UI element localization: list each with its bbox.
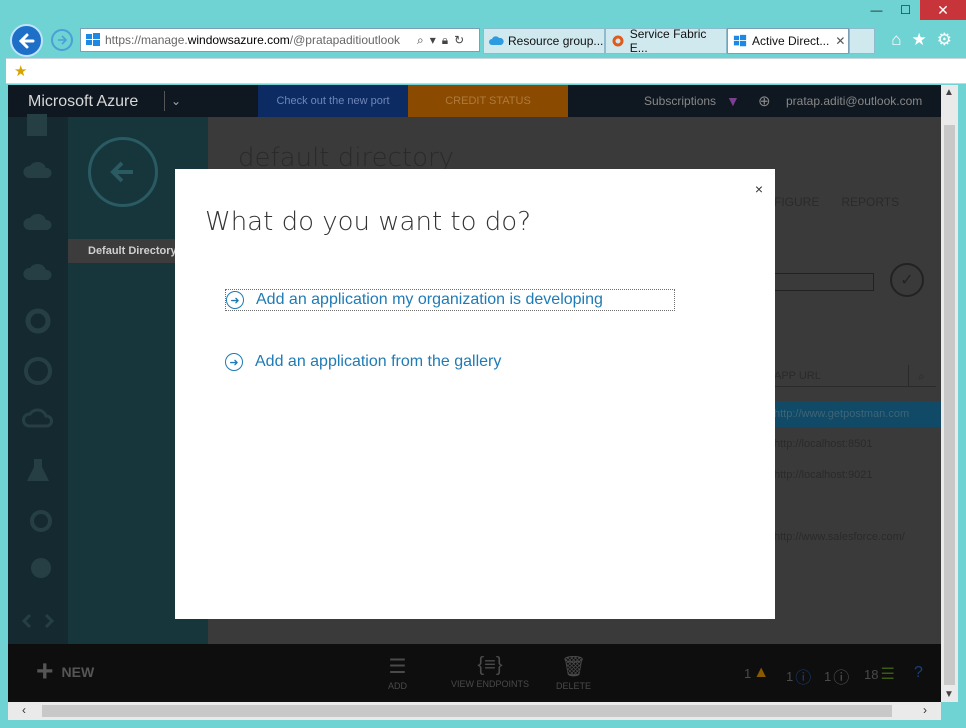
arrow-right-icon bbox=[58, 35, 68, 45]
scroll-left-icon[interactable]: ‹ bbox=[22, 703, 26, 717]
warnings-status[interactable]: 1 ▲ bbox=[744, 664, 769, 682]
tab-active-directory[interactable]: Active Direct... ✕ bbox=[727, 28, 849, 54]
stream-gear-icon[interactable] bbox=[20, 503, 56, 539]
arrow-circle-icon: ➜ bbox=[226, 291, 244, 309]
lock-icon[interactable]: 🔒︎ bbox=[442, 33, 448, 48]
warning-icon: ▲ bbox=[753, 664, 770, 681]
gear-lightning-icon[interactable] bbox=[20, 303, 56, 339]
clock-icon[interactable] bbox=[20, 353, 56, 389]
command-bar: + NEW ☰ ADD {≡} VIEW ENDPOINTS 🗑︎ DELETE… bbox=[8, 644, 941, 702]
credit-status-button[interactable]: CREDIT STATUS bbox=[408, 85, 568, 117]
window-controls: — ☐ ✕ bbox=[862, 0, 966, 22]
search-input[interactable] bbox=[774, 273, 874, 291]
code-dots-icon[interactable] bbox=[20, 603, 56, 639]
scroll-thumb[interactable] bbox=[42, 705, 892, 717]
cloud-sync-icon[interactable] bbox=[20, 403, 56, 439]
forward-button[interactable] bbox=[51, 29, 73, 51]
tab-resource-group[interactable]: Resource group... bbox=[483, 28, 605, 54]
add-list-icon: ☰ bbox=[388, 656, 407, 678]
scroll-down-icon[interactable]: ▼ bbox=[944, 689, 954, 700]
scroll-right-icon[interactable]: › bbox=[923, 703, 927, 717]
view-endpoints-button[interactable]: {≡} VIEW ENDPOINTS bbox=[451, 654, 529, 689]
windows-logo-icon bbox=[732, 33, 748, 49]
close-window-button[interactable]: ✕ bbox=[920, 0, 966, 20]
plus-icon: + bbox=[36, 655, 54, 688]
help-icon: ? bbox=[914, 664, 923, 681]
arrow-circle-icon: ➜ bbox=[225, 353, 243, 371]
vertical-scrollbar[interactable]: ▲ ▼ bbox=[941, 85, 958, 702]
table-row[interactable]: http://www.getpostman.com bbox=[774, 401, 941, 427]
main-tabs: FIGURE REPORTS bbox=[774, 195, 899, 209]
address-bar[interactable]: https://manage.windowsazure.com/@pratapa… bbox=[80, 28, 480, 52]
tasks-icon: ☰ bbox=[880, 666, 895, 683]
maximize-button[interactable]: ☐ bbox=[891, 0, 920, 20]
windows-logo-icon bbox=[86, 33, 100, 46]
info-icon: ⓘ bbox=[795, 670, 812, 687]
scroll-thumb[interactable] bbox=[944, 125, 955, 685]
subscriptions-link[interactable]: Subscriptions bbox=[644, 94, 716, 108]
promo-banner[interactable]: Check out the new port bbox=[258, 85, 408, 117]
info-status[interactable]: 1 ⓘ bbox=[786, 664, 811, 688]
delete-button[interactable]: 🗑︎ DELETE bbox=[556, 654, 591, 691]
help-button[interactable]: ? bbox=[914, 664, 923, 682]
settings-gear-icon[interactable]: ⚙ bbox=[937, 30, 952, 50]
favorites-star-icon[interactable]: ★ bbox=[912, 30, 927, 50]
add-button[interactable]: ☰ ADD bbox=[388, 654, 407, 691]
filter-icon[interactable]: ▼ bbox=[726, 93, 740, 109]
table-row[interactable]: http://www.salesforce.com/ bbox=[774, 524, 941, 550]
service-rail bbox=[8, 114, 68, 644]
option-add-gallery-app[interactable]: ➜ Add an application from the gallery bbox=[225, 353, 501, 371]
search-icon[interactable]: ⌕ bbox=[417, 33, 424, 48]
analytics-icon[interactable] bbox=[20, 553, 56, 589]
favorites-bar: ★ bbox=[6, 58, 966, 84]
add-favorite-icon[interactable]: ★ bbox=[14, 62, 27, 80]
add-application-dialog: × What do you want to do? ➜ Add an appli… bbox=[175, 169, 775, 619]
globe-icon[interactable]: ⊕ bbox=[758, 92, 771, 110]
close-icon[interactable]: × bbox=[755, 181, 763, 197]
scroll-up-icon[interactable]: ▲ bbox=[944, 87, 954, 98]
option-add-developing-app[interactable]: ➜ Add an application my organization is … bbox=[225, 289, 675, 311]
tasks-status[interactable]: 18 ☰ bbox=[864, 664, 895, 684]
horizontal-scrollbar[interactable]: ‹ › bbox=[8, 702, 941, 720]
dropdown-icon[interactable]: ▾ bbox=[430, 33, 436, 48]
tab-reports[interactable]: REPORTS bbox=[841, 195, 899, 209]
minimize-button[interactable]: — bbox=[862, 0, 891, 20]
search-icon[interactable]: ⌕ bbox=[908, 365, 934, 387]
storage-icon[interactable] bbox=[20, 107, 56, 143]
tab-configure[interactable]: FIGURE bbox=[774, 195, 819, 209]
info-italic-icon: ⓘ bbox=[833, 670, 850, 687]
new-button[interactable]: + NEW bbox=[36, 655, 94, 688]
endpoints-icon: {≡} bbox=[477, 654, 503, 676]
arrow-left-icon bbox=[18, 33, 34, 48]
info2-status[interactable]: 1 ⓘ bbox=[824, 664, 849, 688]
cloud-icon bbox=[488, 33, 504, 49]
gear-icon bbox=[610, 33, 626, 49]
new-tab-button[interactable] bbox=[849, 28, 875, 54]
browser-toolbar: https://manage.windowsazure.com/@pratapa… bbox=[6, 22, 966, 58]
back-circle-button[interactable] bbox=[88, 137, 158, 207]
url-text: https://manage.windowsazure.com/@pratapa… bbox=[105, 33, 401, 47]
user-account[interactable]: pratap.aditi@outlook.com bbox=[786, 94, 922, 108]
azure-header: Microsoft Azure ⌄ Check out the new port… bbox=[8, 85, 941, 117]
close-tab-icon[interactable]: ✕ bbox=[835, 34, 845, 48]
home-icon[interactable]: ⌂ bbox=[891, 30, 901, 50]
cloud-services-icon[interactable] bbox=[20, 203, 56, 239]
cloud-network-icon[interactable] bbox=[20, 153, 56, 189]
chevron-down-icon[interactable]: ⌄ bbox=[164, 91, 181, 111]
flask-icon[interactable] bbox=[20, 453, 56, 489]
arrow-left-icon bbox=[110, 161, 133, 183]
check-icon[interactable]: ✓ bbox=[890, 263, 924, 297]
cloud-lightning-icon[interactable] bbox=[20, 253, 56, 289]
table-row[interactable]: http://localhost:9021 bbox=[774, 462, 941, 488]
table-row[interactable]: http://localhost:8501 bbox=[774, 431, 941, 457]
trash-icon: 🗑︎ bbox=[560, 656, 587, 678]
tab-service-fabric[interactable]: Service Fabric E... bbox=[605, 27, 727, 55]
refresh-icon[interactable]: ↻ bbox=[454, 33, 464, 48]
back-button[interactable] bbox=[10, 24, 43, 57]
dialog-title: What do you want to do? bbox=[205, 207, 532, 237]
